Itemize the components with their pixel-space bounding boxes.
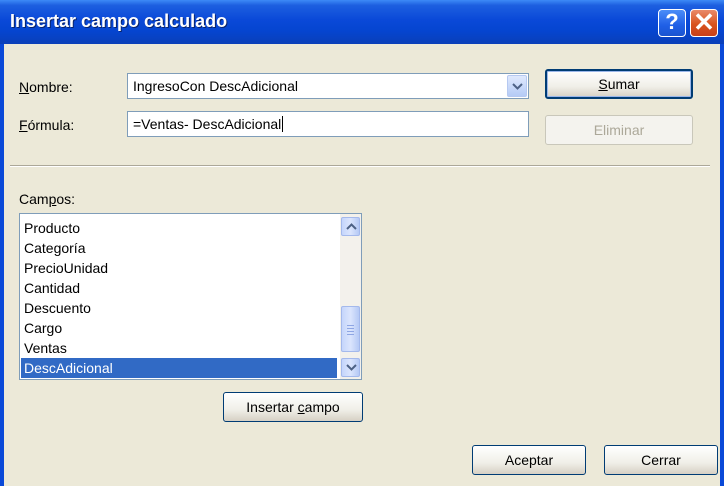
help-icon: ? [665, 9, 679, 34]
window-frame-right [720, 44, 724, 486]
chevron-down-icon [346, 364, 357, 371]
scroll-up-button[interactable] [341, 217, 360, 236]
list-item[interactable]: Ventas [21, 338, 337, 358]
title-bar[interactable]: Insertar campo calculado ? ✕ [0, 0, 724, 44]
chevron-down-icon [512, 83, 523, 90]
name-label: Nombre: [19, 79, 73, 95]
formula-label: Fórmula: [19, 117, 75, 133]
list-item[interactable]: Cantidad [21, 278, 337, 298]
list-item[interactable]: Producto [21, 218, 337, 238]
formula-input[interactable]: =Ventas- DescAdicional [127, 111, 529, 137]
close-icon: ✕ [693, 7, 715, 37]
name-combobox[interactable]: IngresoCon DescAdicional [127, 73, 529, 99]
window-title: Insertar campo calculado [10, 11, 228, 31]
ok-button[interactable]: Aceptar [472, 445, 586, 475]
list-item[interactable]: Categoría [21, 238, 337, 258]
name-value[interactable]: IngresoCon DescAdicional [133, 78, 298, 94]
help-button[interactable]: ? [658, 9, 686, 37]
list-item[interactable]: Descuento [21, 298, 337, 318]
separator [10, 165, 710, 167]
vertical-scrollbar[interactable] [340, 214, 361, 379]
scroll-thumb[interactable] [341, 306, 360, 352]
text-caret [282, 116, 284, 132]
delete-button[interactable]: Eliminar [545, 115, 693, 145]
list-item[interactable]: PrecioUnidad [21, 258, 337, 278]
window-frame-left [0, 44, 4, 486]
list-item-selected[interactable]: DescAdicional [21, 358, 337, 378]
insert-field-button[interactable]: Insertar campo [223, 392, 363, 422]
close-window-button[interactable]: ✕ [690, 9, 718, 37]
add-button[interactable]: Sumar [545, 69, 693, 99]
cancel-button[interactable]: Cerrar [604, 445, 718, 475]
formula-value[interactable]: =Ventas- DescAdicional [133, 116, 284, 132]
dialog-window: Insertar campo calculado ? ✕ Nombre: Ing… [0, 0, 724, 486]
fields-listbox[interactable]: Producto Categoría PrecioUnidad Cantidad… [19, 213, 362, 380]
list-item[interactable]: Cargo [21, 318, 337, 338]
chevron-up-icon [346, 223, 357, 230]
name-dropdown-button[interactable] [507, 75, 527, 97]
fields-label: Campos: [19, 191, 76, 207]
scroll-down-button[interactable] [341, 358, 360, 377]
